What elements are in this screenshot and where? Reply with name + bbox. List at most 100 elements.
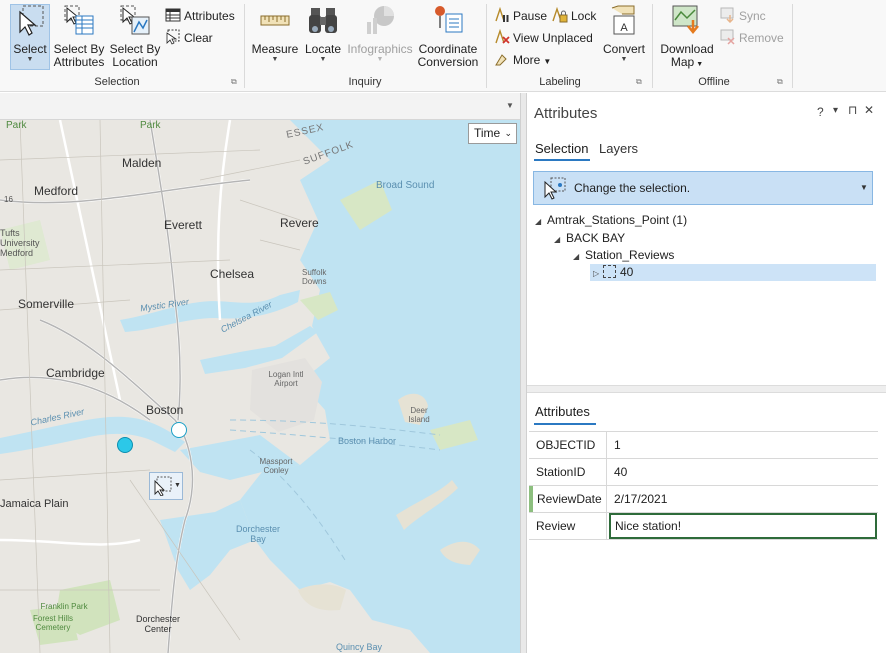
select-tool[interactable]: Select ▼ — [10, 4, 50, 64]
map-label: Dorchester Bay — [235, 524, 280, 544]
more-label: More — [513, 53, 541, 67]
download-map-label-2: Map — [670, 55, 695, 69]
attributes-table-icon — [165, 8, 181, 22]
tab-selection[interactable]: Selection — [535, 141, 588, 156]
chevron-down-icon: ▼ — [271, 56, 279, 63]
map-label: Cambridge — [46, 366, 105, 380]
map-view[interactable]: Park Park Malden Medford Everett Revere … — [0, 120, 520, 653]
pane-splitter[interactable] — [520, 93, 527, 653]
map-label: Revere — [280, 216, 319, 230]
map-label: Broad Sound — [376, 180, 435, 191]
offline-group-launcher-icon[interactable]: ⧉ — [777, 78, 785, 86]
time-slider-button[interactable]: Time ⌄ — [468, 123, 517, 144]
download-map-label-2-wrap: Map ▼ — [658, 56, 716, 71]
coordinate-conversion-button[interactable]: Coordinate Conversion — [416, 4, 480, 69]
selection-group-launcher-icon[interactable]: ⧉ — [231, 78, 239, 86]
map-selection-tool-widget[interactable]: ▼ — [149, 472, 183, 500]
ribbon: Select ▼ Select By Attributes Select By … — [0, 0, 886, 92]
pane-section-divider[interactable] — [527, 385, 886, 393]
more-labeling-button[interactable]: More ▼ — [494, 51, 551, 69]
locate-button[interactable]: Locate ▼ — [302, 4, 344, 64]
tree-item-label: BACK BAY — [566, 231, 626, 245]
offline-group-label: Offline — [698, 76, 730, 88]
map-label: Everett — [164, 218, 203, 232]
infographics-icon — [367, 6, 394, 34]
station-marker-icon[interactable] — [171, 422, 187, 438]
measure-button[interactable]: Measure ▼ — [250, 4, 300, 64]
attribute-row-reviewdate[interactable]: ReviewDate 2/17/2021 — [529, 486, 878, 513]
select-by-attributes-icon — [64, 5, 94, 35]
attribute-row-stationid[interactable]: StationID 40 — [529, 459, 878, 486]
labeling-group-label: Labeling — [539, 76, 581, 88]
tree-collapsed-icon: ▷ — [593, 269, 600, 278]
tree-item-layer[interactable]: ◢ Amtrak_Stations_Point (1) — [535, 212, 687, 229]
tree-item-feature[interactable]: ◢ BACK BAY — [554, 230, 625, 247]
attributes-table: OBJECTID 1 StationID 40 ReviewDate 2/17/… — [529, 431, 878, 540]
pin-icon[interactable]: ⊓ — [848, 103, 857, 117]
infographics-button[interactable]: Infographics ▼ — [346, 4, 414, 64]
tree-item-label: Amtrak_Stations_Point (1) — [547, 213, 688, 227]
chevron-down-icon: ▼ — [860, 183, 868, 192]
download-map-button[interactable]: Download Map ▼ — [658, 4, 716, 71]
review-edit-field[interactable]: Nice station! — [609, 513, 877, 539]
map-view-menu-chevron-icon[interactable]: ▼ — [506, 101, 514, 110]
convert-button[interactable]: A Convert ▼ — [600, 4, 648, 64]
tree-item-label: Station_Reviews — [585, 248, 675, 262]
time-label: Time — [474, 126, 501, 140]
sync-button[interactable]: Sync — [720, 7, 766, 25]
download-map-icon — [672, 5, 699, 34]
chevron-down-icon: ▼ — [620, 56, 628, 63]
map-label: Somerville — [18, 297, 75, 311]
select-by-attributes-button[interactable]: Select By Attributes — [52, 4, 106, 69]
clear-button[interactable]: Clear — [165, 29, 213, 47]
select-label: Select — [13, 42, 47, 56]
coordinate-conversion-icon — [435, 6, 463, 33]
attribute-value: 40 — [614, 465, 628, 479]
lock-label: Lock — [571, 9, 597, 23]
map-label: Quincy Bay — [336, 642, 383, 652]
attribute-name: StationID — [529, 459, 607, 485]
attributes-pane: Attributes ? ▾ ⊓ ✕ Selection Layers Chan… — [527, 93, 886, 653]
pause-labeling-button[interactable]: Pause — [494, 7, 547, 25]
pause-icon — [495, 7, 509, 22]
attribute-name: OBJECTID — [529, 432, 607, 458]
change-selection-dropdown[interactable]: Change the selection. ▼ — [533, 171, 873, 205]
help-icon[interactable]: ? — [817, 105, 824, 119]
select-by-location-button[interactable]: Select By Location — [108, 4, 162, 69]
select-by-location-label-2: Location — [112, 55, 158, 69]
map-label: Boston Harbor — [338, 436, 397, 446]
map-label: Franklin Park — [40, 602, 88, 611]
lock-labeling-button[interactable]: Lock — [552, 7, 596, 25]
map-label: Massport Conley — [259, 457, 293, 475]
attribute-value: 1 — [614, 438, 621, 452]
map-label: Tufts University Medford — [0, 228, 40, 258]
tab-layers[interactable]: Layers — [599, 141, 638, 156]
attribute-row-review[interactable]: Review Nice station! — [529, 513, 878, 540]
view-unplaced-label: View Unplaced — [513, 31, 593, 45]
chevron-down-icon: ▼ — [376, 56, 384, 63]
attribute-name: ReviewDate — [529, 486, 607, 512]
chevron-down-icon: ⌄ — [504, 128, 512, 138]
remove-button[interactable]: Remove — [720, 29, 784, 47]
tree-item-record[interactable]: ▷ 40 — [593, 264, 633, 281]
select-by-location-icon — [120, 5, 150, 35]
tree-item-related-table[interactable]: ◢ Station_Reviews — [573, 247, 674, 264]
tree-expanded-icon: ◢ — [535, 217, 542, 226]
attributes-label: Attributes — [184, 9, 235, 23]
map-label: Park — [6, 120, 27, 131]
map-label: Malden — [122, 156, 162, 170]
active-tab-underline — [534, 159, 590, 161]
locate-label: Locate — [304, 42, 342, 56]
basemap — [0, 120, 520, 653]
close-icon[interactable]: ✕ — [864, 103, 874, 117]
map-label: Chelsea — [210, 267, 255, 281]
attribute-row-objectid[interactable]: OBJECTID 1 — [529, 432, 878, 459]
labeling-group-launcher-icon[interactable]: ⧉ — [636, 78, 644, 86]
pane-options-chevron-icon[interactable]: ▾ — [833, 105, 838, 116]
tree-item-label: 40 — [620, 265, 634, 279]
map-label: Deer Island — [408, 406, 430, 424]
view-unplaced-button[interactable]: View Unplaced — [494, 29, 593, 47]
map-label: Forest Hills Cemetery — [32, 614, 73, 632]
station-marker-selected-icon[interactable] — [117, 437, 133, 453]
attributes-button[interactable]: Attributes — [165, 7, 235, 25]
